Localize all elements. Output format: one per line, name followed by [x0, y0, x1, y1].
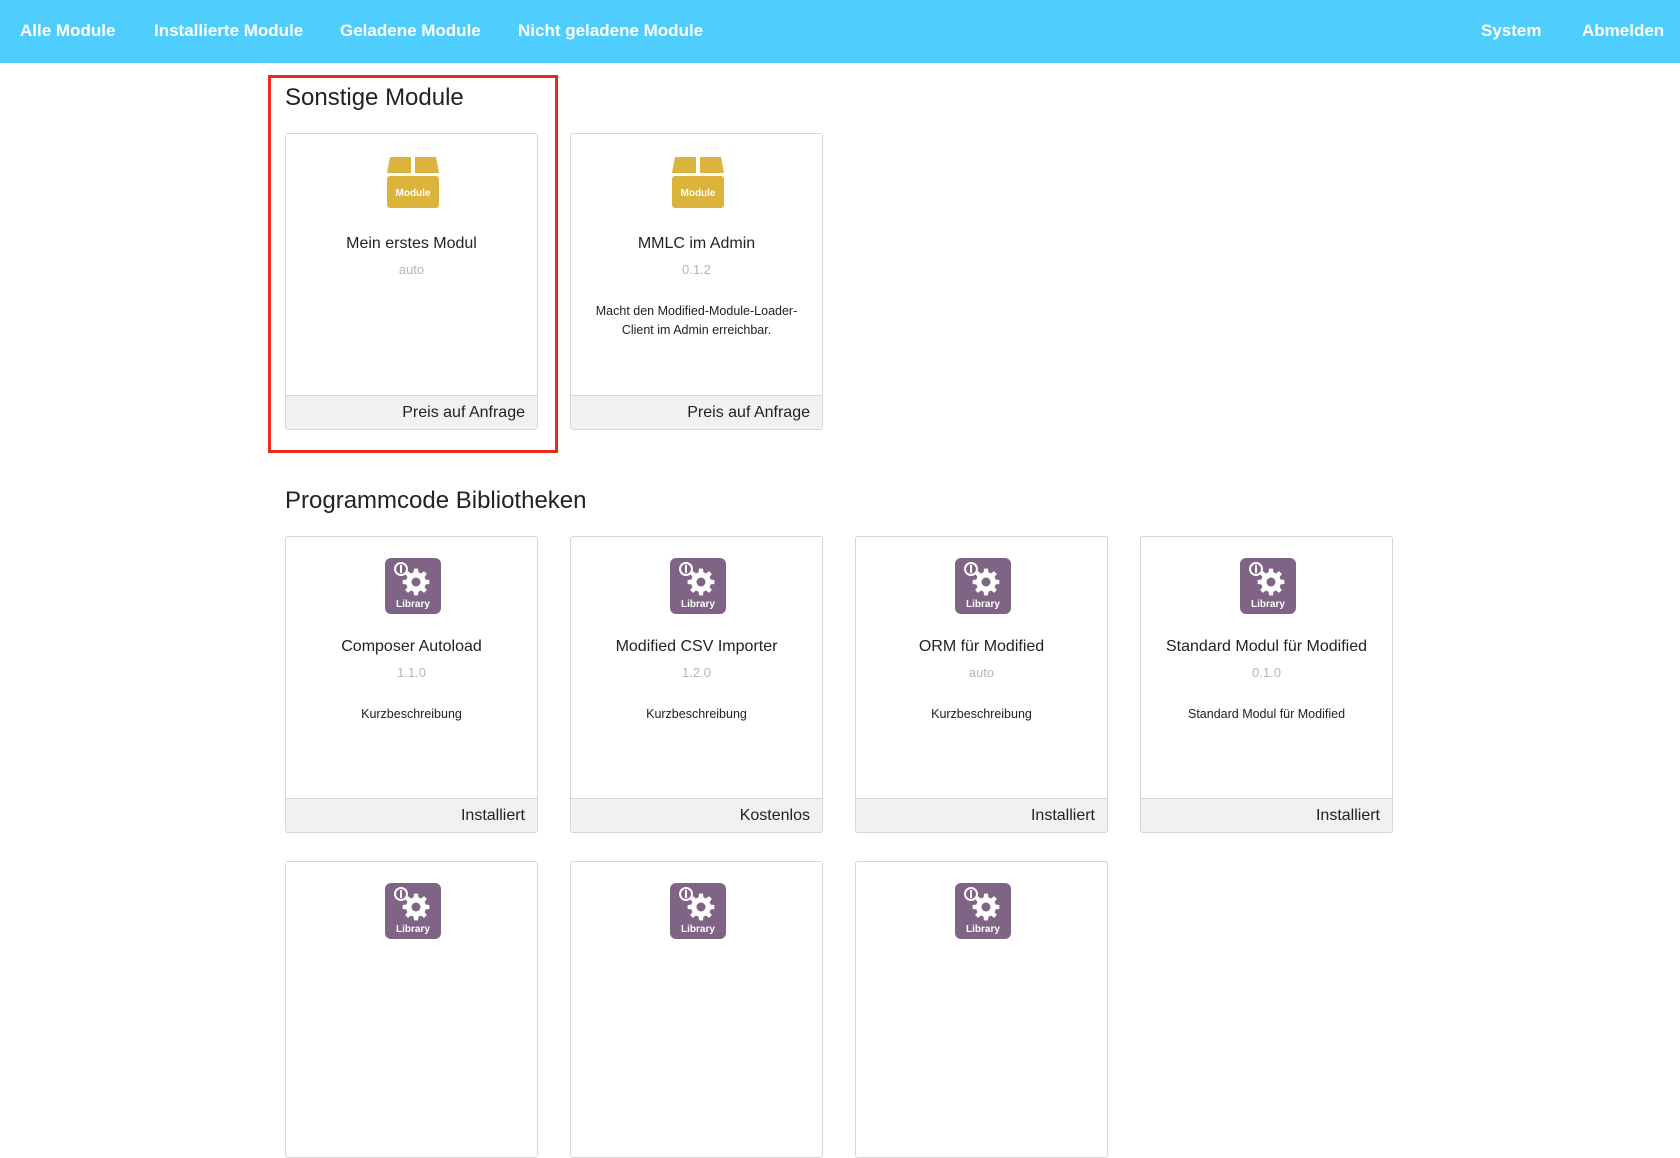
library-card[interactable]: Library Modified CSV Importer 1.2.0 Kurz… [570, 536, 823, 833]
section-title-programmcode-bibliotheken: Programmcode Bibliotheken [285, 487, 587, 514]
library-gear-icon: Library [384, 882, 442, 940]
module-price: Installiert [460, 807, 525, 824]
library-gear-icon: Library [669, 557, 727, 615]
library-card[interactable]: Library ORM für Modified auto Kurzbeschr… [855, 536, 1108, 833]
module-price: Preis auf Anfrage [687, 404, 810, 421]
module-footer: Preis auf Anfrage [571, 395, 822, 429]
module-name: Modified CSV Importer [615, 638, 778, 655]
svg-text:Module: Module [681, 188, 716, 199]
module-box-icon: Module [669, 154, 727, 212]
module-version: 1.2.0 [682, 665, 711, 680]
library-gear-icon: Library [384, 557, 442, 615]
nav-nicht-geladene-module[interactable]: Nicht geladene Module [518, 0, 703, 63]
module-footer: Installiert [1141, 798, 1392, 832]
nav-alle-module[interactable]: Alle Module [20, 0, 115, 63]
module-price: Installiert [1315, 807, 1380, 824]
module-footer: Installiert [856, 798, 1107, 832]
svg-text:Library: Library [396, 599, 430, 610]
nav-system[interactable]: System [1481, 0, 1541, 63]
library-card[interactable]: Library [285, 861, 538, 1158]
module-version: 0.1.2 [682, 262, 711, 277]
module-footer: Installiert [286, 798, 537, 832]
svg-text:Library: Library [681, 924, 715, 935]
module-description: Kurzbeschreibung [931, 707, 1032, 721]
top-navbar: Alle Module Installierte Module Geladene… [0, 0, 1680, 63]
module-version: 0.1.0 [1252, 665, 1281, 680]
library-gear-icon: Library [954, 882, 1012, 940]
module-description: Kurzbeschreibung [361, 707, 462, 721]
module-footer: Kostenlos [571, 798, 822, 832]
module-price: Kostenlos [739, 807, 810, 824]
module-description: Kurzbeschreibung [646, 707, 747, 721]
svg-text:Library: Library [966, 599, 1000, 610]
module-price: Installiert [1030, 807, 1095, 824]
svg-text:Library: Library [396, 924, 430, 935]
library-gear-icon: Library [669, 882, 727, 940]
library-gear-icon: Library [1239, 557, 1297, 615]
nav-geladene-module[interactable]: Geladene Module [340, 0, 481, 63]
module-name: MMLC im Admin [637, 235, 756, 252]
library-card[interactable]: Library [855, 861, 1108, 1158]
module-name: Composer Autoload [341, 638, 482, 655]
module-name: ORM für Modified [918, 638, 1045, 655]
library-card[interactable]: Library [570, 861, 823, 1158]
module-version: auto [968, 665, 995, 680]
svg-text:Library: Library [681, 599, 715, 610]
module-description: Standard Modul für Modified [1187, 707, 1346, 721]
nav-abmelden[interactable]: Abmelden [1582, 0, 1664, 63]
module-version: 1.1.0 [397, 665, 426, 680]
nav-installierte-module[interactable]: Installierte Module [154, 0, 303, 63]
module-description: Macht den Modified-Module-Loader-Client … [595, 304, 798, 337]
library-card[interactable]: Library Composer Autoload 1.1.0 Kurzbesc… [285, 536, 538, 833]
module-name: Standard Modul für Modified [1166, 638, 1367, 655]
library-gear-icon: Library [954, 557, 1012, 615]
svg-text:Library: Library [966, 924, 1000, 935]
module-card[interactable]: Module MMLC im Admin 0.1.2 Macht den Mod… [570, 133, 823, 430]
svg-text:Library: Library [1251, 599, 1285, 610]
highlight-frame [268, 75, 558, 453]
library-card[interactable]: Library Standard Modul für Modified 0.1.… [1140, 536, 1393, 833]
